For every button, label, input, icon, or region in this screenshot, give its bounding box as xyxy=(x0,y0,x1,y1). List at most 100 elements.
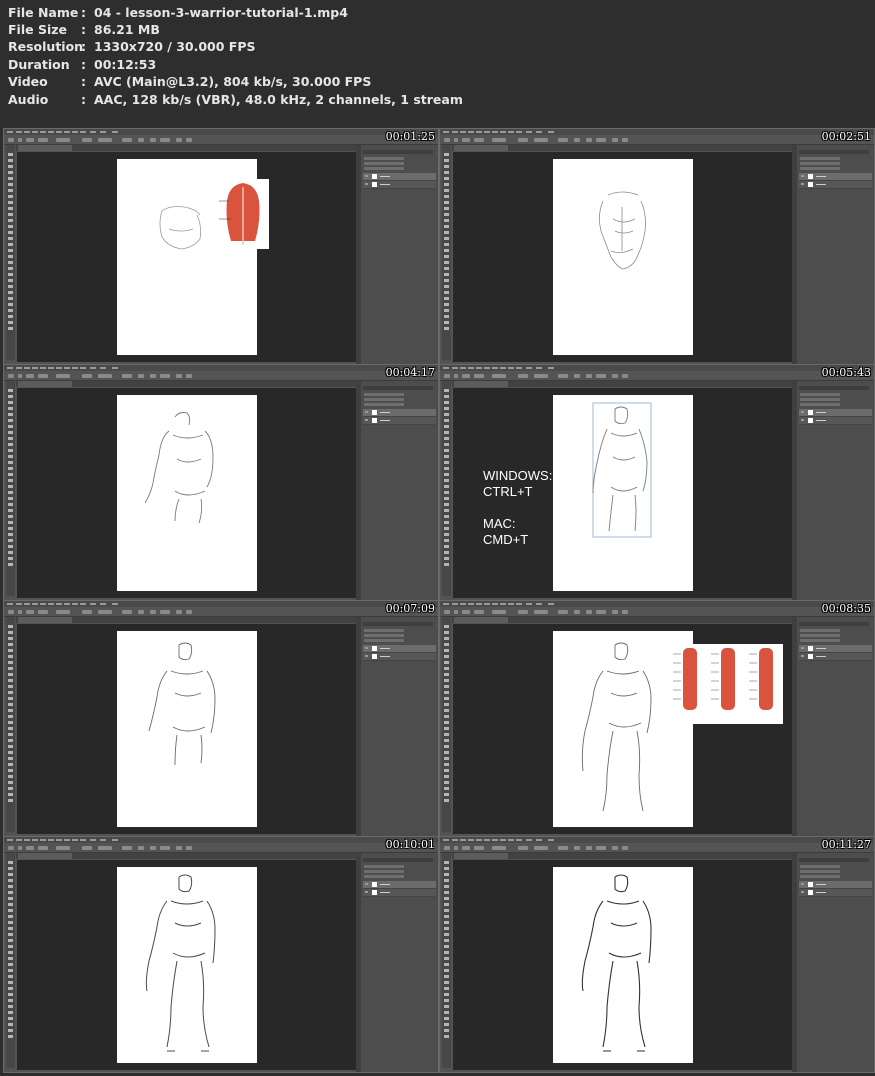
tool-icon xyxy=(444,981,449,984)
tool-icon xyxy=(444,395,449,398)
menu-item xyxy=(476,367,482,369)
option-control xyxy=(612,138,618,142)
visibility-eye-icon[interactable] xyxy=(365,411,368,413)
thumbnail-grid: 00:01:25 00:02:51 00:04:17 WINDOWS: CTRL+T M… xyxy=(0,0,875,1076)
tool-icon xyxy=(444,957,449,960)
video-thumbnail[interactable]: 00:07:09 xyxy=(3,600,439,837)
layer-row[interactable] xyxy=(799,653,872,661)
layer-row[interactable] xyxy=(363,889,436,897)
frame-timestamp: 00:11:27 xyxy=(821,838,871,851)
video-thumbnail[interactable]: 00:11:27 xyxy=(439,836,875,1073)
frame-timestamp: 00:01:25 xyxy=(385,130,435,143)
menu-item xyxy=(112,603,118,605)
visibility-eye-icon[interactable] xyxy=(365,655,368,657)
tool-icon xyxy=(8,697,13,700)
visibility-eye-icon[interactable] xyxy=(801,647,804,649)
visibility-eye-icon[interactable] xyxy=(365,175,368,177)
layer-thumbnail xyxy=(372,174,377,179)
visibility-eye-icon[interactable] xyxy=(365,891,368,893)
tool-icon xyxy=(444,267,449,270)
tool-icon xyxy=(444,733,449,736)
tool-icon xyxy=(8,267,13,270)
option-control xyxy=(8,138,14,142)
video-thumbnail[interactable]: 00:10:01 xyxy=(3,836,439,1073)
option-control xyxy=(8,374,14,378)
layer-row[interactable] xyxy=(799,417,872,425)
layer-row[interactable] xyxy=(363,181,436,189)
visibility-eye-icon[interactable] xyxy=(801,883,804,885)
visibility-eye-icon[interactable] xyxy=(365,183,368,185)
layer-row[interactable] xyxy=(799,645,872,653)
visibility-eye-icon[interactable] xyxy=(801,175,804,177)
option-control xyxy=(558,610,568,614)
tool-icon xyxy=(444,667,449,670)
visibility-eye-icon[interactable] xyxy=(801,183,804,185)
layer-row[interactable] xyxy=(799,409,872,417)
tool-icon xyxy=(8,431,13,434)
layer-row[interactable] xyxy=(363,645,436,653)
panel-control xyxy=(364,167,404,170)
layer-name xyxy=(380,648,390,649)
menu-item xyxy=(500,603,506,605)
tool-icon xyxy=(444,867,449,870)
layers-panel xyxy=(797,381,874,600)
option-control xyxy=(176,138,182,142)
frame-timestamp: 00:04:17 xyxy=(385,366,435,379)
tool-icon xyxy=(8,963,13,966)
layer-row[interactable] xyxy=(363,417,436,425)
panel-control xyxy=(800,875,840,878)
layer-name xyxy=(380,420,390,421)
video-thumbnail[interactable]: 00:04:17 xyxy=(3,364,439,601)
layer-row[interactable] xyxy=(363,409,436,417)
menu-item xyxy=(16,839,22,841)
tool-icon xyxy=(8,927,13,930)
layer-row[interactable] xyxy=(799,881,872,889)
tool-icon xyxy=(444,1035,449,1038)
tool-icon xyxy=(8,873,13,876)
tool-icon xyxy=(8,315,13,318)
layers-panel xyxy=(361,145,438,364)
layer-thumbnail xyxy=(808,410,813,415)
visibility-eye-icon[interactable] xyxy=(801,891,804,893)
tool-icon xyxy=(8,533,13,536)
tool-icon xyxy=(444,231,449,234)
layer-row[interactable] xyxy=(799,889,872,897)
tool-icon xyxy=(444,921,449,924)
tool-icon xyxy=(444,927,449,930)
option-control xyxy=(474,374,484,378)
tool-icon xyxy=(8,255,13,258)
layer-row[interactable] xyxy=(363,881,436,889)
menu-item xyxy=(72,839,78,841)
video-thumbnail[interactable]: 00:02:51 xyxy=(439,128,875,365)
canvas-area: WINDOWS: CTRL+T MAC: CMD+T xyxy=(453,388,795,598)
shortcut-windows-label: WINDOWS: xyxy=(483,468,553,483)
visibility-eye-icon[interactable] xyxy=(365,883,368,885)
video-thumbnail[interactable]: 00:08:35 xyxy=(439,600,875,837)
menu-item xyxy=(56,367,62,369)
tool-icon xyxy=(444,631,449,634)
visibility-eye-icon[interactable] xyxy=(801,419,804,421)
tool-icon xyxy=(8,485,13,488)
tool-icon xyxy=(8,473,13,476)
menu-item xyxy=(492,603,498,605)
visibility-eye-icon[interactable] xyxy=(365,419,368,421)
layer-row[interactable] xyxy=(363,653,436,661)
option-control xyxy=(574,138,580,142)
tool-icon xyxy=(444,297,449,300)
tool-icon xyxy=(8,751,13,754)
video-thumbnail[interactable]: WINDOWS: CTRL+T MAC: CMD+T 00:05:43 xyxy=(439,364,875,601)
tool-icon xyxy=(444,515,449,518)
video-thumbnail[interactable]: 00:01:25 xyxy=(3,128,439,365)
option-control xyxy=(150,846,156,850)
tool-icon xyxy=(444,425,449,428)
menu-item xyxy=(500,839,506,841)
visibility-eye-icon[interactable] xyxy=(801,655,804,657)
layer-row[interactable] xyxy=(799,173,872,181)
layer-row[interactable] xyxy=(799,181,872,189)
visibility-eye-icon[interactable] xyxy=(801,411,804,413)
visibility-eye-icon[interactable] xyxy=(365,647,368,649)
tool-icon xyxy=(444,691,449,694)
tool-icon xyxy=(8,419,13,422)
tool-icon xyxy=(8,551,13,554)
layer-row[interactable] xyxy=(363,173,436,181)
